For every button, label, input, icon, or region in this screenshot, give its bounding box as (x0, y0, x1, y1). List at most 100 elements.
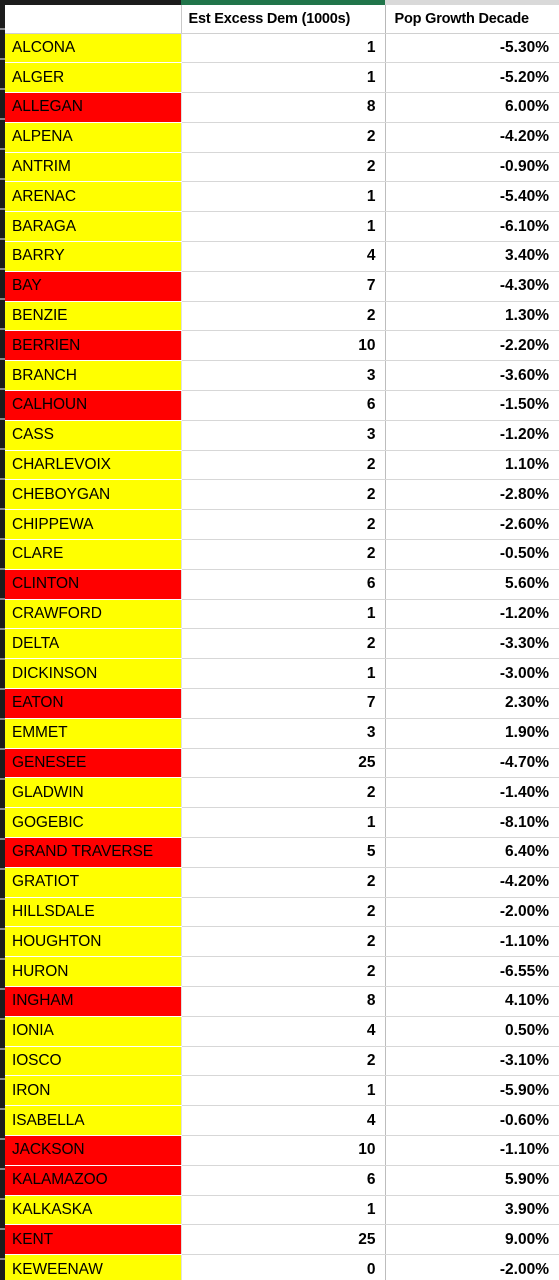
cell-pop-growth-decade[interactable]: -6.10% (385, 211, 559, 243)
cell-county-name[interactable]: GRATIOT (5, 867, 182, 898)
table-row[interactable]: BAY 7 -4.30% (5, 271, 559, 302)
cell-est-excess-dem[interactable]: 4 (181, 1105, 386, 1136)
table-row[interactable]: GRAND TRAVERSE 5 6.40% (5, 837, 559, 868)
cell-est-excess-dem[interactable]: 25 (181, 1224, 386, 1256)
cell-pop-growth-decade[interactable]: -3.60% (385, 360, 559, 392)
cell-est-excess-dem[interactable]: 3 (181, 360, 386, 392)
table-row[interactable]: BERRIEN 10 -2.20% (5, 330, 559, 362)
table-row[interactable]: INGHAM 8 4.10% (5, 986, 559, 1017)
cell-county-name[interactable]: GLADWIN (5, 777, 182, 809)
table-row[interactable]: GENESEE 25 -4.70% (5, 748, 559, 779)
cell-est-excess-dem[interactable]: 2 (181, 450, 386, 481)
cell-pop-growth-decade[interactable]: -5.20% (385, 62, 559, 94)
cell-pop-growth-decade[interactable]: -0.60% (385, 1105, 559, 1136)
cell-county-name[interactable]: IONIA (5, 1016, 182, 1047)
table-row[interactable]: CLARE 2 -0.50% (5, 539, 559, 570)
cell-est-excess-dem[interactable]: 7 (181, 688, 386, 719)
cell-pop-growth-decade[interactable]: -4.20% (385, 867, 559, 898)
table-row[interactable]: CLINTON 6 5.60% (5, 569, 559, 600)
table-row[interactable]: KEWEENAW 0 -2.00% (5, 1254, 559, 1280)
cell-county-name[interactable]: GENESEE (5, 748, 182, 779)
cell-county-name[interactable]: ARENAC (5, 181, 182, 213)
cell-pop-growth-decade[interactable]: -5.30% (385, 33, 559, 64)
table-row[interactable]: DICKINSON 1 -3.00% (5, 658, 559, 690)
table-row[interactable]: IONIA 4 0.50% (5, 1016, 559, 1047)
cell-est-excess-dem[interactable]: 1 (181, 1075, 386, 1107)
cell-est-excess-dem[interactable]: 10 (181, 1135, 386, 1166)
cell-pop-growth-decade[interactable]: 6.40% (385, 837, 559, 868)
table-row[interactable]: BENZIE 2 1.30% (5, 301, 559, 332)
table-row[interactable]: CHIPPEWA 2 -2.60% (5, 509, 559, 541)
cell-pop-growth-decade[interactable]: -1.10% (385, 926, 559, 958)
cell-est-excess-dem[interactable]: 4 (181, 1016, 386, 1047)
column-header-pop-growth-decade[interactable]: Pop Growth Decade (385, 5, 559, 34)
table-row[interactable]: CRAWFORD 1 -1.20% (5, 599, 559, 630)
cell-pop-growth-decade[interactable]: -3.30% (385, 628, 559, 660)
cell-est-excess-dem[interactable]: 2 (181, 479, 386, 511)
cell-county-name[interactable]: IRON (5, 1075, 182, 1107)
cell-pop-growth-decade[interactable]: 3.40% (385, 241, 559, 272)
table-row[interactable]: IOSCO 2 -3.10% (5, 1046, 559, 1077)
cell-est-excess-dem[interactable]: 2 (181, 628, 386, 660)
table-row[interactable]: HURON 2 -6.55% (5, 956, 559, 987)
cell-est-excess-dem[interactable]: 2 (181, 152, 386, 183)
cell-pop-growth-decade[interactable]: -1.10% (385, 1135, 559, 1166)
cell-est-excess-dem[interactable]: 2 (181, 897, 386, 928)
table-row[interactable]: KALKASKA 1 3.90% (5, 1195, 559, 1226)
table-row[interactable]: HOUGHTON 2 -1.10% (5, 926, 559, 958)
cell-county-name[interactable]: ANTRIM (5, 152, 182, 183)
cell-county-name[interactable]: ALPENA (5, 122, 182, 153)
table-row[interactable]: BARRY 4 3.40% (5, 241, 559, 272)
cell-pop-growth-decade[interactable]: -2.80% (385, 479, 559, 511)
cell-pop-growth-decade[interactable]: 5.90% (385, 1165, 559, 1196)
cell-est-excess-dem[interactable]: 1 (181, 62, 386, 94)
cell-county-name[interactable]: CHIPPEWA (5, 509, 182, 541)
cell-county-name[interactable]: IOSCO (5, 1046, 182, 1077)
cell-county-name[interactable]: KENT (5, 1224, 182, 1256)
cell-pop-growth-decade[interactable]: 3.90% (385, 1195, 559, 1226)
cell-pop-growth-decade[interactable]: -3.10% (385, 1046, 559, 1077)
cell-pop-growth-decade[interactable]: -2.20% (385, 330, 559, 362)
cell-est-excess-dem[interactable]: 1 (181, 807, 386, 839)
cell-county-name[interactable]: KALKASKA (5, 1195, 182, 1226)
table-row[interactable]: ALGER 1 -5.20% (5, 62, 559, 94)
cell-pop-growth-decade[interactable]: -1.20% (385, 420, 559, 451)
cell-est-excess-dem[interactable]: 2 (181, 777, 386, 809)
cell-county-name[interactable]: CHARLEVOIX (5, 450, 182, 481)
table-row[interactable]: ANTRIM 2 -0.90% (5, 152, 559, 183)
cell-pop-growth-decade[interactable]: 5.60% (385, 569, 559, 600)
table-row[interactable]: JACKSON 10 -1.10% (5, 1135, 559, 1166)
cell-county-name[interactable]: CLARE (5, 539, 182, 570)
cell-est-excess-dem[interactable]: 2 (181, 301, 386, 332)
column-header-county[interactable] (5, 5, 182, 34)
cell-county-name[interactable]: DICKINSON (5, 658, 182, 690)
table-row[interactable]: ALCONA 1 -5.30% (5, 33, 559, 64)
cell-pop-growth-decade[interactable]: -8.10% (385, 807, 559, 839)
cell-county-name[interactable]: CRAWFORD (5, 599, 182, 630)
table-row[interactable]: ALPENA 2 -4.20% (5, 122, 559, 153)
cell-pop-growth-decade[interactable]: 0.50% (385, 1016, 559, 1047)
table-row[interactable]: KALAMAZOO 6 5.90% (5, 1165, 559, 1196)
table-row[interactable]: IRON 1 -5.90% (5, 1075, 559, 1107)
cell-pop-growth-decade[interactable]: -2.00% (385, 897, 559, 928)
cell-pop-growth-decade[interactable]: 4.10% (385, 986, 559, 1017)
table-row[interactable]: HILLSDALE 2 -2.00% (5, 897, 559, 928)
table-row[interactable]: CHARLEVOIX 2 1.10% (5, 450, 559, 481)
cell-pop-growth-decade[interactable]: -4.70% (385, 748, 559, 779)
cell-county-name[interactable]: ALCONA (5, 33, 182, 64)
cell-county-name[interactable]: GOGEBIC (5, 807, 182, 839)
cell-pop-growth-decade[interactable]: -6.55% (385, 956, 559, 987)
cell-pop-growth-decade[interactable]: -1.40% (385, 777, 559, 809)
cell-county-name[interactable]: JACKSON (5, 1135, 182, 1166)
cell-county-name[interactable]: EATON (5, 688, 182, 719)
cell-county-name[interactable]: DELTA (5, 628, 182, 660)
table-row[interactable]: ARENAC 1 -5.40% (5, 181, 559, 213)
cell-pop-growth-decade[interactable]: 6.00% (385, 92, 559, 123)
cell-county-name[interactable]: ISABELLA (5, 1105, 182, 1136)
table-row[interactable]: BRANCH 3 -3.60% (5, 360, 559, 392)
table-row[interactable]: BARAGA 1 -6.10% (5, 211, 559, 243)
cell-pop-growth-decade[interactable]: 1.30% (385, 301, 559, 332)
cell-county-name[interactable]: CALHOUN (5, 390, 182, 421)
cell-county-name[interactable]: BAY (5, 271, 182, 302)
table-row[interactable]: ALLEGAN 8 6.00% (5, 92, 559, 123)
